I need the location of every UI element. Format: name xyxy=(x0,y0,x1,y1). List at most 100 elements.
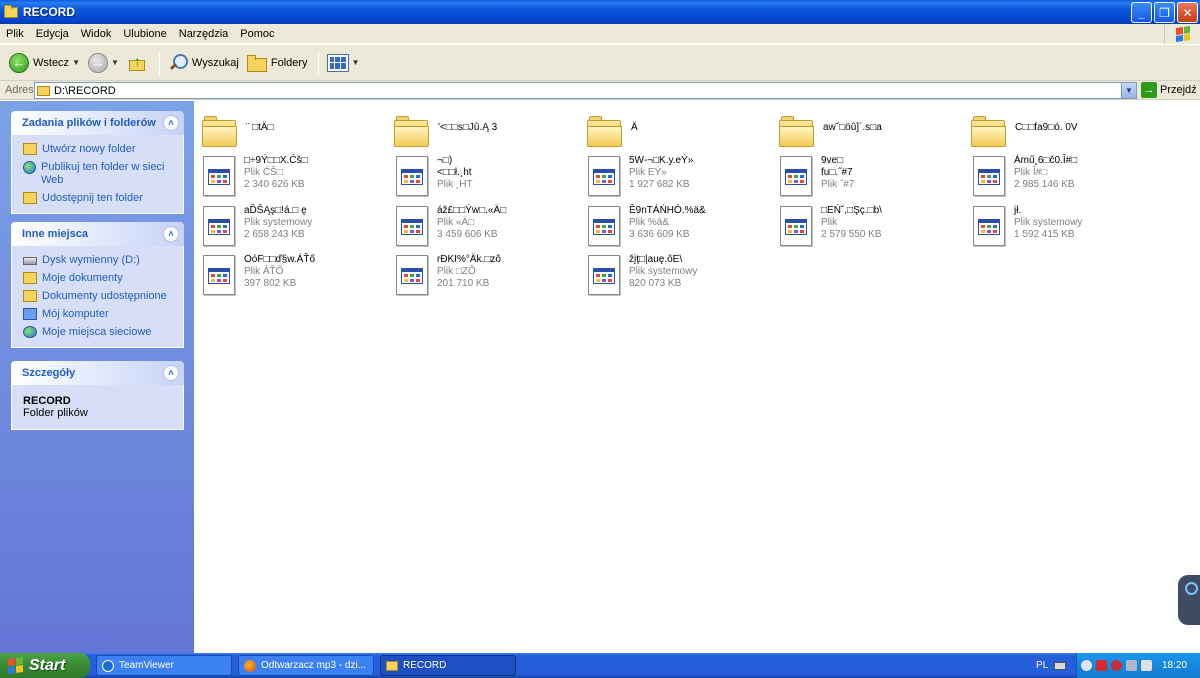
go-arrow-icon: → xyxy=(1141,82,1157,98)
file-tasks-header[interactable]: Zadania plików i folderów ˄ xyxy=(11,111,184,135)
details-header[interactable]: Szczegóły ˄ xyxy=(11,361,184,385)
file-item[interactable]: áž£□□Ýw□.«Ä□ Plik «Ä□ 3 459 606 KB xyxy=(387,204,573,250)
my-documents-link[interactable]: Moje dokumenty xyxy=(23,272,172,285)
folder-up-icon: ↑ xyxy=(127,53,149,73)
system-file-icon xyxy=(396,206,428,246)
views-dropdown-icon[interactable]: ▼ xyxy=(352,58,360,67)
collapse-chevron-icon[interactable]: ˄ xyxy=(163,226,179,242)
shared-documents-label: Dokumenty udostępnione xyxy=(42,290,167,302)
search-label: Wyszukaj xyxy=(191,56,239,69)
other-places-header[interactable]: Inne miejsca ˄ xyxy=(11,222,184,246)
share-folder-label: Udostępnij ten folder xyxy=(42,192,143,204)
file-item[interactable]: □÷9Ý□□X.Ćš□ Plik ĆŠ□ 2 340 626 KB xyxy=(194,154,380,200)
search-button[interactable]: Wyszukaj xyxy=(165,49,242,77)
folder-item[interactable]: ¨ □tÄ□ xyxy=(195,108,381,154)
go-label: Przejdź xyxy=(1160,84,1197,96)
teamviewer-side-tab[interactable] xyxy=(1178,575,1200,625)
keyboard-icon xyxy=(1054,661,1067,670)
file-type: Plik systemowy xyxy=(629,266,698,277)
window-title: RECORD xyxy=(23,5,76,19)
address-input[interactable]: D:\RECORD ▼ xyxy=(34,82,1137,99)
collapse-chevron-icon[interactable]: ˄ xyxy=(163,115,179,131)
file-name: jł. xyxy=(1014,205,1022,216)
menu-item-widok[interactable]: Widok xyxy=(75,28,118,40)
back-dropdown-icon[interactable]: ▼ xyxy=(72,58,80,67)
share-folder-link[interactable]: Udostępnij ten folder xyxy=(23,192,172,205)
folder-item[interactable]: C□□fa9□ó. 0V xyxy=(964,108,1150,154)
folders-button[interactable]: Foldery xyxy=(244,49,311,77)
file-name: □÷9Ý□□X.Ćš□ xyxy=(244,155,308,166)
file-item[interactable]: jł. Plik systemowy 1 592 415 KB xyxy=(964,204,1150,250)
system-file-icon xyxy=(780,206,812,246)
my-computer-link[interactable]: Mój komputer xyxy=(23,308,172,321)
menu-item-narzedzia[interactable]: Narzędzia xyxy=(173,28,235,40)
taskbar-item-teamviewer[interactable]: TeamViewer xyxy=(96,655,232,676)
up-button[interactable]: ↑ xyxy=(124,49,152,77)
tray-volume-icon[interactable] xyxy=(1141,660,1152,671)
tray-expand-icon[interactable] xyxy=(1081,660,1092,671)
taskbar-item-label: RECORD xyxy=(403,660,447,671)
folder-icon xyxy=(4,4,18,18)
file-size: 2 340 626 KB xyxy=(244,179,305,190)
start-button[interactable]: Start xyxy=(0,653,90,678)
forward-button[interactable]: → ▼ xyxy=(85,49,122,77)
toolbar-separator xyxy=(317,50,319,75)
create-folder-link[interactable]: Utwórz nowy folder xyxy=(23,143,172,156)
file-item[interactable]: ¬□) <□□ł.¸ht Plik ¸HT xyxy=(387,154,573,200)
clock[interactable]: 18:20 xyxy=(1162,660,1187,671)
network-places-link[interactable]: Moje miejsca sieciowe xyxy=(23,326,172,339)
menu-item-pomoc[interactable]: Pomoc xyxy=(234,28,280,40)
details-body: RECORD Folder plików xyxy=(11,385,184,430)
file-item[interactable]: rĐKI%°Äk.□zô Plik □ZÔ 201 710 KB xyxy=(387,253,573,299)
file-type: Plik ¸HT xyxy=(437,179,473,190)
file-size: 3 459 606 KB xyxy=(437,229,498,240)
close-button[interactable]: ✕ xyxy=(1177,2,1198,23)
folder-item[interactable]: '<□□s□Jû.Ą 3 xyxy=(387,108,573,154)
documents-folder-icon xyxy=(23,272,37,284)
file-type: Plik ˝#7 xyxy=(821,179,855,190)
shared-documents-link[interactable]: Dokumenty udostępnione xyxy=(23,290,172,303)
toolbar-separator xyxy=(158,50,160,75)
folder-item[interactable]: Ä xyxy=(580,108,766,154)
tray-network-icon[interactable] xyxy=(1126,660,1137,671)
file-item[interactable]: Ámű¸6□č0.Î#□ Plik Î#□ 2 985 146 KB xyxy=(964,154,1150,200)
maximize-button[interactable]: ❐ xyxy=(1154,2,1175,23)
file-item[interactable]: OóF□□ď§w.ÁŤő Plik ÁŤŐ 397 802 KB xyxy=(194,253,380,299)
tray-antivirus-icon[interactable] xyxy=(1096,660,1107,671)
file-size: 201 710 KB xyxy=(437,278,490,289)
address-dropdown-icon[interactable]: ▼ xyxy=(1121,83,1136,98)
menu-item-ulubione[interactable]: Ulubione xyxy=(117,28,172,40)
system-file-icon xyxy=(973,206,1005,246)
go-button[interactable]: → Przejdź xyxy=(1141,82,1197,98)
publish-web-link[interactable]: Publikuj ten folder w sieci Web xyxy=(23,161,172,187)
system-file-icon xyxy=(203,206,235,246)
minimize-button[interactable]: _ xyxy=(1131,2,1152,23)
collapse-chevron-icon[interactable]: ˄ xyxy=(163,365,179,381)
back-button[interactable]: ← Wstecz ▼ xyxy=(6,49,83,77)
language-indicator[interactable]: PL xyxy=(1036,653,1067,678)
toolbar: ← Wstecz ▼ → ▼ ↑ Wyszukaj Foldery ▼ xyxy=(0,45,1200,81)
file-item[interactable]: □EŃ˘,□Şç.□b\ Plik 2 579 550 KB xyxy=(771,204,957,250)
menu-item-edycja[interactable]: Edycja xyxy=(30,28,75,40)
taskbar-item-firefox[interactable]: Odtwarzacz mp3 - dzi... xyxy=(238,655,374,676)
taskbar-item-record[interactable]: RECORD xyxy=(380,655,516,676)
file-list-view[interactable]: ¨ □tÄ□ '<□□s□Jû.Ą 3 Ä aw˘□öû]´.s□a C□□fa… xyxy=(194,101,1200,653)
file-size: 2 985 146 KB xyxy=(1014,179,1075,190)
teamviewer-icon xyxy=(102,659,114,672)
file-name: ¬□) xyxy=(437,155,453,166)
tray-shield-icon[interactable] xyxy=(1111,660,1122,671)
file-item[interactable]: 5W-¬□K.y.eÝ» Plik EÝ» 1 927 682 KB xyxy=(579,154,765,200)
file-item[interactable]: žįţ□|auę.ôE\ Plik systemowy 820 073 KB xyxy=(579,253,765,299)
file-item[interactable]: Ě9nTÁŃHÓ.%ä& Plik %ä& 3 636 609 KB xyxy=(579,204,765,250)
folder-item[interactable]: aw˘□öû]´.s□a xyxy=(772,108,958,154)
file-item[interactable]: aĎŠĄş□!á.□ ę Plik systemowy 2 658 243 KB xyxy=(194,204,380,250)
address-value: D:\RECORD xyxy=(54,84,116,97)
forward-dropdown-icon[interactable]: ▼ xyxy=(111,58,119,67)
folder-icon xyxy=(386,660,398,671)
file-item[interactable]: 9ve□ fu□.˝#7 Plik ˝#7 xyxy=(771,154,957,200)
removable-drive-link[interactable]: Dysk wymienny (D:) xyxy=(23,254,172,267)
menu-item-plik[interactable]: Plik xyxy=(0,28,30,40)
title-bar[interactable]: RECORD _ ❐ ✕ xyxy=(0,0,1200,24)
views-button[interactable]: ▼ xyxy=(324,49,363,77)
file-type: Plik EÝ» xyxy=(629,167,667,178)
